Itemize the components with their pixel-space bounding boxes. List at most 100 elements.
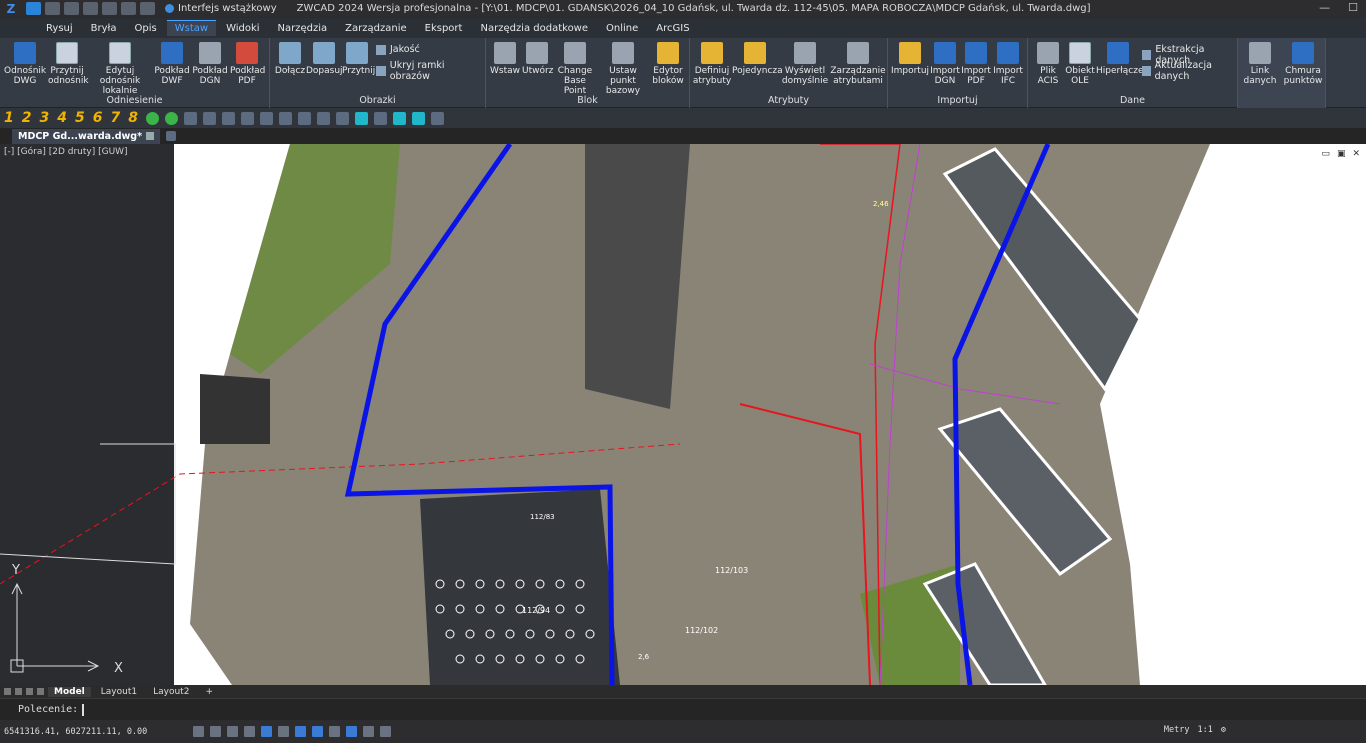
print-icon[interactable]: [83, 2, 98, 15]
annotation-monitor-icon[interactable]: [363, 726, 375, 737]
tab-wstaw[interactable]: Wstaw: [166, 20, 217, 36]
importuj-button[interactable]: Importuj: [890, 42, 930, 76]
quick-layer-1[interactable]: 1: [4, 110, 14, 126]
quick-layer-4[interactable]: 4: [57, 110, 67, 126]
transparency-icon[interactable]: [329, 726, 341, 737]
tab-arcgis[interactable]: ArcGIS: [648, 21, 697, 36]
dolacz-button[interactable]: Dołącz: [274, 42, 306, 76]
change-base-point-button[interactable]: Change Base Point: [554, 42, 596, 96]
obiekt-ole-button[interactable]: Obiekt OLE: [1064, 42, 1096, 86]
paste-icon[interactable]: [279, 111, 292, 125]
edytor-blokow-button[interactable]: Edytor bloków: [650, 42, 686, 86]
utworz-button[interactable]: Utwórz: [522, 42, 553, 76]
annotation-scale[interactable]: 1:1: [1198, 725, 1213, 735]
select-icon[interactable]: [317, 111, 330, 125]
tab-rysuj[interactable]: Rysuj: [38, 21, 81, 36]
command-line[interactable]: Polecenie:: [0, 698, 1366, 720]
close-tab-icon[interactable]: [146, 132, 155, 140]
workspace-icon[interactable]: ⚙: [1221, 725, 1226, 735]
ortho-icon[interactable]: [227, 726, 239, 737]
quick-layer-5[interactable]: 5: [75, 110, 85, 126]
region-icon[interactable]: [431, 111, 444, 125]
chmura-punktow-button[interactable]: Chmura punktów: [1282, 42, 1324, 86]
maximize-icon[interactable]: ☐: [1348, 1, 1358, 14]
podklad-pdf-button[interactable]: Podkład PDF: [230, 42, 265, 86]
polar-icon[interactable]: [244, 726, 256, 737]
measure-icon[interactable]: [298, 111, 311, 125]
podklad-dwf-button[interactable]: Podkład DWF: [154, 42, 190, 86]
definiuj-atrybuty-button[interactable]: Definiuj atrybuty: [692, 42, 732, 86]
save-as-icon[interactable]: [64, 2, 79, 15]
model-space-icon[interactable]: [380, 726, 392, 737]
otrack-icon[interactable]: [278, 726, 290, 737]
lineweight-icon[interactable]: [312, 726, 324, 737]
import-dgn-button[interactable]: Import DGN: [930, 42, 960, 86]
selection-cycling-icon[interactable]: [346, 726, 358, 737]
przytnij-button[interactable]: Przytnij: [342, 42, 375, 76]
list-icon[interactable]: [374, 111, 387, 125]
wstaw-button[interactable]: Wstaw: [488, 42, 522, 76]
ustaw-punkt-bazowy-button[interactable]: Ustaw punkt bazowy: [598, 42, 648, 96]
tab-eksport[interactable]: Eksport: [417, 21, 471, 36]
quick-layer-7[interactable]: 7: [111, 110, 121, 126]
first-layout-icon[interactable]: [4, 688, 11, 695]
layer-prev-icon[interactable]: [241, 111, 254, 125]
interface-selector[interactable]: Interfejs wstążkowy: [165, 3, 277, 14]
layer-match-icon[interactable]: [203, 111, 216, 125]
layer-thaw-icon[interactable]: [165, 111, 178, 125]
tab-layout2[interactable]: Layout2: [147, 687, 195, 697]
przytnij-odnosnik-button[interactable]: Przytnij odnośnik: [48, 42, 89, 86]
last-layout-icon[interactable]: [37, 688, 44, 695]
layer-tool-icon[interactable]: [184, 111, 197, 125]
open-icon[interactable]: [26, 2, 41, 15]
osnap-icon[interactable]: [261, 726, 273, 737]
snap-mode-icon[interactable]: [210, 726, 222, 737]
tab-layout1[interactable]: Layout1: [95, 687, 143, 697]
polyline-icon[interactable]: [336, 111, 349, 125]
drawing-viewport[interactable]: [-] [Góra] [2D druty] [GUW] ▭ ▣ ✕ 112/10…: [0, 144, 1366, 685]
tab-bryla[interactable]: Bryła: [83, 21, 125, 36]
add-layout-button[interactable]: +: [199, 687, 219, 697]
snap-icon[interactable]: [355, 111, 368, 125]
redo-icon[interactable]: [140, 2, 155, 15]
minimize-icon[interactable]: —: [1319, 1, 1330, 14]
wyswietl-domyslnie-button[interactable]: Wyświetl domyślnie: [780, 42, 830, 86]
podklad-dgn-button[interactable]: Podkład DGN: [192, 42, 228, 86]
ukryj-ramki-button[interactable]: Ukryj ramki obrazów: [376, 60, 485, 82]
quick-layer-6[interactable]: 6: [93, 110, 103, 126]
document-tab[interactable]: MDCP Gd...warda.dwg*: [12, 128, 161, 144]
layer-isolate-icon[interactable]: [222, 111, 235, 125]
dopasuj-button[interactable]: Dopasuj: [306, 42, 343, 76]
tab-widoki[interactable]: Widoki: [218, 21, 267, 36]
save-icon[interactable]: [45, 2, 60, 15]
quick-layer-8[interactable]: 8: [128, 110, 138, 126]
tab-model[interactable]: Model: [48, 686, 91, 697]
pojedyncza-button[interactable]: Pojedyncza: [732, 42, 783, 76]
zarzadzanie-atrybutami-button[interactable]: Zarządzanie atrybutami: [830, 42, 886, 86]
new-tab-icon[interactable]: [166, 131, 177, 141]
jakosc-button[interactable]: Jakość: [376, 44, 420, 55]
prev-layout-icon[interactable]: [15, 688, 22, 695]
edytuj-odnosnik-button[interactable]: Edytuj odnośnik lokalnie: [88, 42, 152, 96]
pan-icon[interactable]: [412, 111, 425, 125]
quick-layer-3[interactable]: 3: [40, 110, 50, 126]
tab-narzedzia[interactable]: Narzędzia: [270, 21, 336, 36]
tab-online[interactable]: Online: [598, 21, 646, 36]
copy-icon[interactable]: [260, 111, 273, 125]
command-input[interactable]: [82, 703, 85, 716]
zoom-icon[interactable]: [393, 111, 406, 125]
import-ifc-button[interactable]: Import IFC: [992, 42, 1024, 86]
units-selector[interactable]: Metry: [1164, 725, 1190, 735]
plot-icon[interactable]: [102, 2, 117, 15]
layer-on-icon[interactable]: [146, 111, 159, 125]
link-danych-button[interactable]: Link danych: [1240, 42, 1280, 86]
dynamic-input-icon[interactable]: [295, 726, 307, 737]
hiperlacze-button[interactable]: Hiperłącze: [1096, 42, 1144, 76]
tab-opis[interactable]: Opis: [127, 21, 165, 36]
tab-zarzadzanie[interactable]: Zarządzanie: [337, 21, 414, 36]
odnosnik-dwg-button[interactable]: Odnośnik DWG: [4, 42, 46, 86]
aktualizacja-danych-button[interactable]: Aktualizacja danych: [1142, 60, 1237, 82]
import-pdf-button[interactable]: Import PDF: [960, 42, 992, 86]
grid-icon[interactable]: [193, 726, 205, 737]
tab-narzedzia-dodatkowe[interactable]: Narzędzia dodatkowe: [472, 21, 596, 36]
